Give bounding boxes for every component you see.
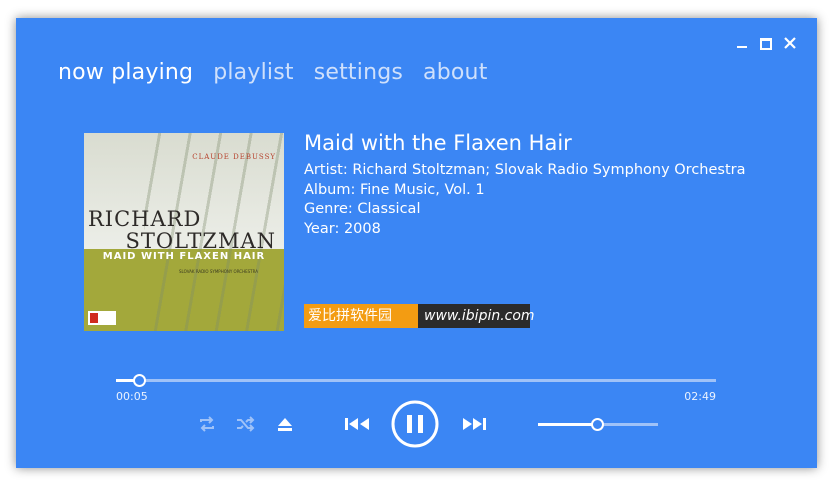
shuffle-icon[interactable] bbox=[236, 416, 256, 432]
track-title: Maid with the Flaxen Hair bbox=[304, 131, 572, 155]
album-art-subtitle: MAID WITH FLAXEN HAIR bbox=[102, 251, 266, 262]
seek-bar-fill bbox=[116, 379, 134, 382]
seek-thumb[interactable] bbox=[133, 374, 146, 387]
tab-now-playing[interactable]: now playing bbox=[58, 60, 193, 85]
close-icon[interactable] bbox=[783, 36, 797, 50]
pause-icon[interactable] bbox=[391, 400, 439, 448]
elapsed-time: 00:05 bbox=[116, 390, 148, 403]
track-genre: Genre: Classical bbox=[304, 201, 421, 217]
track-album: Album: Fine Music, Vol. 1 bbox=[304, 181, 485, 198]
repeat-icon[interactable] bbox=[198, 416, 216, 432]
volume-thumb[interactable] bbox=[591, 418, 604, 431]
total-time: 02:49 bbox=[684, 390, 716, 403]
main-tabs: now playing playlist settings about bbox=[58, 60, 488, 85]
player-window: now playing playlist settings about CLAU… bbox=[16, 18, 817, 468]
album-art-artist-last: STOLTZMAN bbox=[125, 229, 276, 253]
maximize-icon[interactable] bbox=[759, 36, 773, 50]
previous-icon[interactable] bbox=[345, 417, 371, 431]
eject-icon[interactable] bbox=[277, 416, 293, 432]
watermark-url: www.ibipin.com bbox=[418, 304, 535, 328]
volume-fill bbox=[538, 423, 598, 426]
next-icon[interactable] bbox=[461, 417, 487, 431]
album-art-composer: CLAUDE DEBUSSY bbox=[192, 153, 276, 161]
album-art-artist-first: RICHARD bbox=[88, 207, 202, 231]
album-art-orchestra: SLOVAK RADIO SYMPHONY ORCHESTRA bbox=[179, 269, 258, 274]
track-year: Year: 2008 bbox=[304, 220, 381, 237]
album-art: CLAUDE DEBUSSY RICHARD STOLTZMAN MAID WI… bbox=[84, 133, 284, 331]
label-logo-icon bbox=[88, 311, 116, 325]
tab-about[interactable]: about bbox=[423, 60, 487, 85]
seek-bar[interactable] bbox=[116, 379, 716, 382]
track-info: Maid with the Flaxen Hair Artist: Richar… bbox=[304, 131, 746, 239]
tab-playlist[interactable]: playlist bbox=[213, 60, 294, 85]
track-artist: Artist: Richard Stoltzman; Slovak Radio … bbox=[304, 162, 746, 178]
tab-settings[interactable]: settings bbox=[314, 60, 403, 85]
window-controls bbox=[735, 36, 797, 50]
minimize-icon[interactable] bbox=[735, 36, 749, 50]
watermark-cn: 爱比拼软件园 bbox=[304, 304, 418, 328]
watermark: 爱比拼软件园 www.ibipin.com bbox=[304, 304, 535, 328]
